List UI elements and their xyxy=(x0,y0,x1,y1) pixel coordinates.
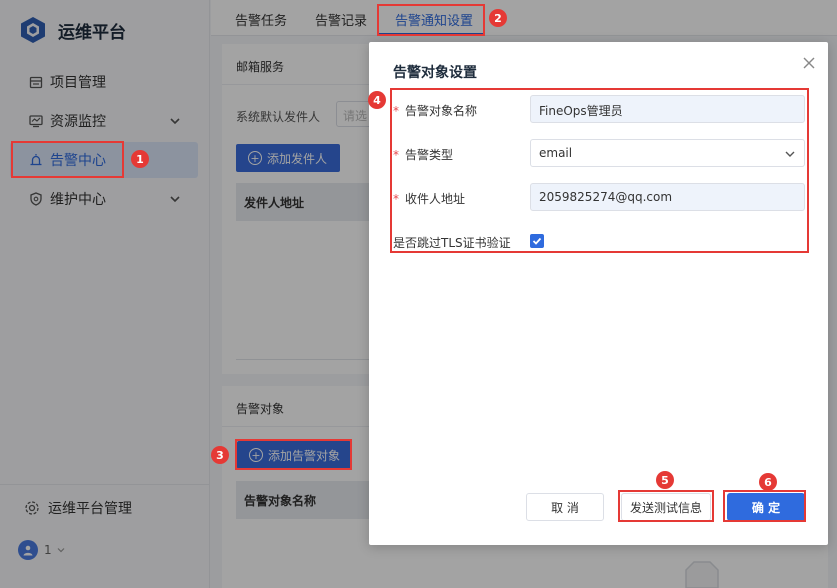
annotation-badge-3: 3 xyxy=(211,446,229,464)
annotation-badge-4: 4 xyxy=(368,91,386,109)
annotation-highlight xyxy=(390,88,809,253)
annotation-badge-6: 6 xyxy=(759,473,777,491)
annotation-highlight xyxy=(11,141,124,178)
annotation-highlight xyxy=(377,4,485,36)
annotation-badge-5: 5 xyxy=(656,471,674,489)
dialog-title: 告警对象设置 xyxy=(393,65,477,81)
cancel-button[interactable]: 取 消 xyxy=(526,493,604,521)
annotation-highlight xyxy=(723,490,806,522)
annotation-highlight xyxy=(235,439,352,470)
annotation-badge-2: 2 xyxy=(489,9,507,27)
annotation-highlight xyxy=(618,490,714,522)
annotation-badge-1: 1 xyxy=(131,150,149,168)
close-icon[interactable] xyxy=(802,56,816,70)
